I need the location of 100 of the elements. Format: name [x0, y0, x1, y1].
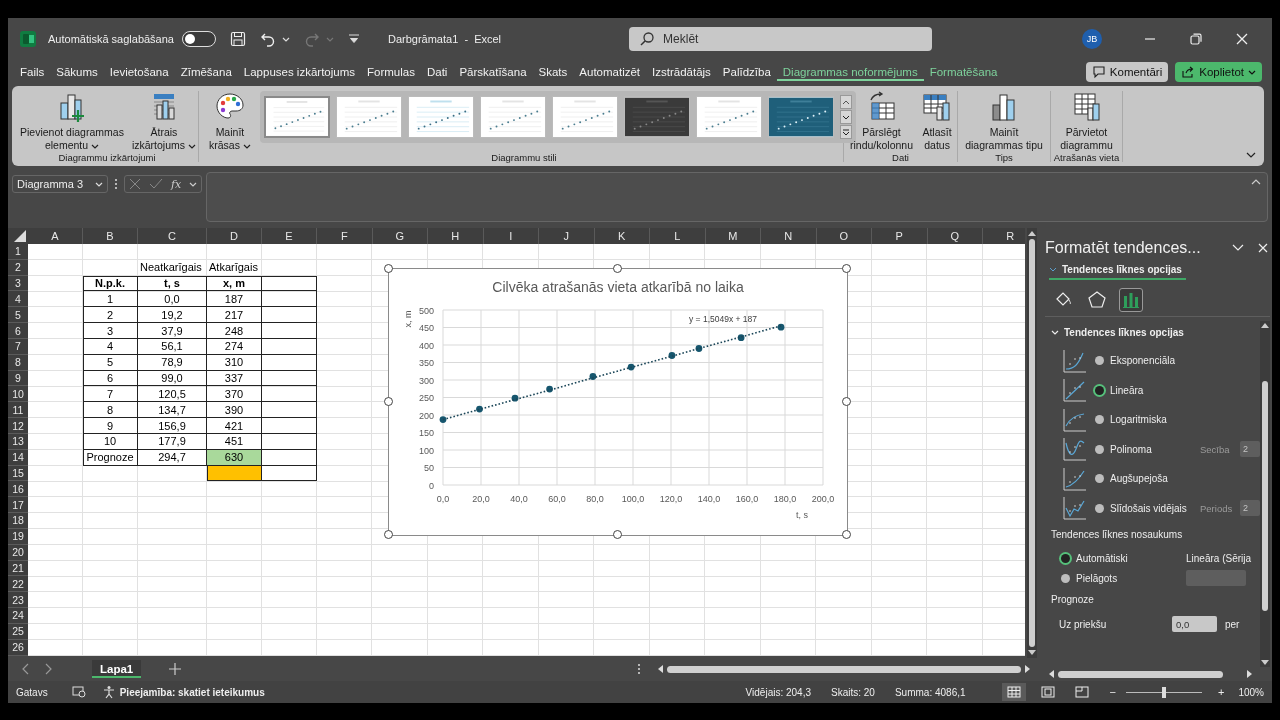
chart-style-thumbnail[interactable] [335, 96, 402, 138]
column-header[interactable]: A [28, 228, 83, 244]
sheet-tab[interactable]: Lapa1 [92, 660, 142, 678]
ribbon-tab[interactable]: Lappuses izkārtojums [237, 63, 362, 81]
resize-handle[interactable] [613, 530, 622, 539]
caret-icon[interactable] [242, 144, 251, 149]
scroll-left-icon[interactable] [658, 665, 663, 673]
option-label[interactable]: Pielāgots [1076, 572, 1186, 584]
scroll-right-icon[interactable] [1025, 665, 1030, 673]
column-header[interactable]: J [539, 228, 595, 244]
column-header[interactable]: B [83, 228, 138, 244]
scroll-thumb[interactable] [1262, 380, 1268, 611]
scroll-thumb[interactable] [1029, 239, 1035, 647]
column-header[interactable]: L [650, 228, 706, 244]
more-icon[interactable] [637, 663, 641, 675]
trendline-equation[interactable]: y = 1,5049x + 187 [689, 314, 758, 325]
search-field[interactable]: Meklēt [629, 27, 933, 51]
chart-style-thumbnail[interactable] [695, 96, 762, 138]
data-point[interactable] [695, 345, 703, 352]
gallery-down-button[interactable] [839, 110, 852, 124]
data-point[interactable] [546, 385, 553, 393]
data-point[interactable] [777, 323, 785, 331]
chart-style-thumbnail[interactable] [407, 96, 474, 138]
section-header[interactable]: Tendences līknes opcijas [1051, 321, 1260, 346]
autosave-toggle[interactable] [181, 31, 216, 47]
gallery-more-button[interactable] [839, 125, 852, 139]
column-header[interactable]: D [207, 228, 262, 244]
ribbon-tab[interactable]: Zīmēšana [174, 63, 238, 81]
resize-handle[interactable] [384, 397, 393, 406]
collapse-ribbon-icon[interactable] [1246, 152, 1256, 158]
add-sheet-icon[interactable] [169, 663, 182, 675]
resize-handle[interactable] [842, 530, 851, 539]
undo-icon[interactable] [259, 31, 276, 47]
caret-icon[interactable] [1248, 69, 1256, 75]
pane-icon-tab[interactable] [1119, 288, 1143, 312]
row-header[interactable]: 6 [8, 323, 28, 339]
data-point[interactable] [589, 373, 597, 380]
options-tab[interactable]: Tendences līknes opcijas [1049, 264, 1186, 280]
data-point[interactable] [511, 394, 519, 402]
zoom-slider-thumb[interactable] [1162, 686, 1166, 698]
row-header[interactable]: 23 [8, 592, 28, 609]
column-header[interactable]: K [594, 228, 650, 244]
data-point[interactable] [439, 416, 447, 423]
data-point[interactable] [737, 334, 745, 342]
scroll-right-icon[interactable] [1247, 670, 1252, 678]
radio-button[interactable] [1095, 415, 1104, 425]
caret-icon[interactable] [187, 144, 196, 149]
option-label[interactable]: Logaritmiska [1110, 414, 1198, 426]
previous-sheet-icon[interactable] [22, 663, 30, 675]
column-header[interactable]: N [761, 228, 817, 244]
normal-view-button[interactable] [1001, 683, 1026, 701]
zoom-out-button[interactable]: − [1107, 686, 1118, 698]
column-header[interactable]: Q [927, 228, 983, 244]
resize-handle[interactable] [384, 530, 393, 539]
scroll-up-icon[interactable] [1261, 323, 1269, 328]
row-header[interactable]: 5 [8, 307, 28, 324]
ribbon-tab[interactable]: Ievietošana [103, 63, 175, 81]
scroll-left-icon[interactable] [1049, 670, 1054, 678]
ribbon-tab[interactable]: Automatizēt [573, 63, 647, 81]
column-header[interactable]: O [816, 228, 872, 244]
option-label[interactable]: Lineāra [1110, 384, 1198, 396]
option-label[interactable]: Polinoma [1110, 443, 1198, 455]
scroll-down-icon[interactable] [1028, 650, 1036, 655]
row-header[interactable]: 24 [8, 608, 28, 624]
user-avatar[interactable]: JB [1082, 29, 1102, 49]
option-label[interactable]: Augšupejoša [1110, 473, 1198, 485]
ribbon-button[interactable]: Atlasīt datus [917, 91, 958, 152]
ribbon-tab[interactable]: Formatēšana [923, 63, 1004, 81]
close-icon[interactable] [1258, 243, 1268, 253]
chart-style-thumbnail[interactable] [551, 96, 618, 138]
row-header[interactable]: 17 [8, 497, 28, 514]
column-header[interactable]: C [138, 228, 207, 244]
zoom-in-button[interactable]: + [1216, 686, 1227, 698]
radio-button[interactable] [1095, 444, 1104, 454]
option-label[interactable]: Eksponenciāla [1110, 355, 1198, 367]
ribbon-tab[interactable]: Dati [420, 63, 454, 81]
zoom-level[interactable]: 100% [1238, 686, 1264, 698]
vertical-scrollbar[interactable] [1260, 321, 1270, 667]
macro-record-icon[interactable] [71, 686, 86, 698]
scroll-up-icon[interactable] [1028, 231, 1036, 236]
save-icon[interactable] [229, 31, 246, 47]
more-icon[interactable] [114, 178, 118, 190]
customize-icon[interactable] [347, 34, 360, 44]
radio-button[interactable] [1095, 385, 1104, 395]
resize-handle[interactable] [842, 397, 851, 406]
scroll-down-icon[interactable] [1261, 660, 1269, 665]
ribbon-button[interactable]: Pievienot diagrammas elementu [16, 91, 128, 152]
number-field[interactable]: 0,0 [1172, 616, 1217, 632]
radio-button[interactable] [1095, 356, 1104, 366]
column-header[interactable]: I [483, 228, 539, 244]
row-header[interactable]: 16 [8, 481, 28, 498]
close-icon[interactable] [1236, 33, 1248, 45]
ribbon-button[interactable]: Ātrais izkārtojums [127, 91, 200, 152]
insert-function-button[interactable]: fx [171, 177, 182, 191]
ribbon-button[interactable]: Mainīt krāsas [205, 91, 255, 152]
data-point[interactable] [668, 352, 676, 359]
column-header[interactable]: R [983, 228, 1025, 244]
enter-icon[interactable] [149, 178, 163, 190]
column-header[interactable]: G [372, 228, 428, 244]
column-header[interactable]: P [872, 228, 928, 244]
